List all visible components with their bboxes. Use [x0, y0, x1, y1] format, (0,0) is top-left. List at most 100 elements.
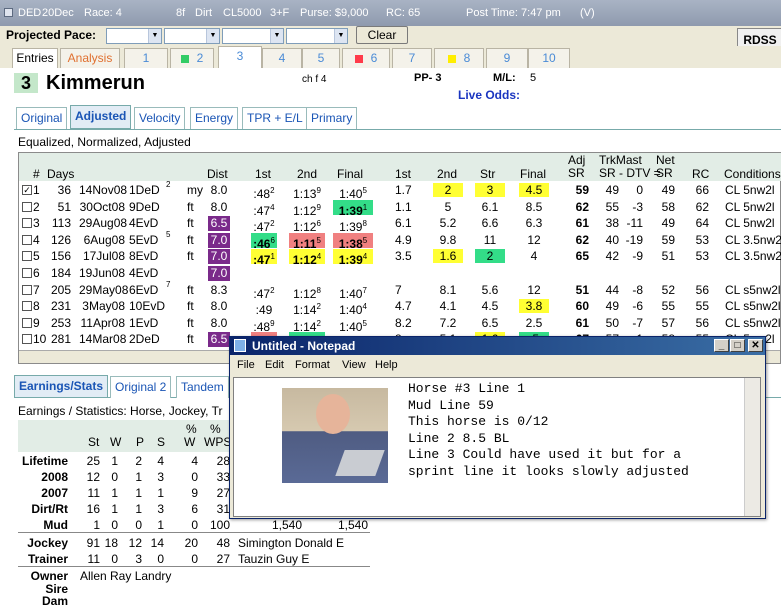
tab-6[interactable]: 6	[342, 48, 390, 68]
menu-view[interactable]: View	[342, 359, 366, 371]
adj-sr-value: 61	[575, 216, 589, 231]
net-sr-value: 58	[661, 199, 675, 214]
call1-time: :472	[251, 283, 277, 301]
menu-help[interactable]: Help	[375, 359, 398, 371]
table-row[interactable]: 7 205 29May08 6EvD 7 ft 8.3:472 1:128 1:407 7 8.1 5…	[19, 280, 781, 301]
tab-3[interactable]: 3	[218, 46, 262, 68]
call1-time: :489	[251, 316, 277, 334]
table-row[interactable]: 6 184 19Jun08 4EvD 7.0	[19, 266, 781, 281]
highlight: 2	[475, 249, 505, 264]
track-condition: my	[187, 183, 203, 197]
notepad-text-area[interactable]: Horse #3 Line 1 Mud Line 59 This horse is …	[233, 377, 761, 517]
distance-value: 6.5	[208, 216, 230, 232]
table-row[interactable]: 3 113 29Aug08 4EvD ft 6.5:472 1:126 1:398 6.1 5.2…	[19, 216, 781, 234]
subtab-original[interactable]: Original	[16, 107, 68, 129]
pace-select-2[interactable]: ▼	[164, 28, 220, 44]
tab-earnings-stats[interactable]: Earnings/Stats	[14, 375, 109, 398]
horse-description: ch f 4	[302, 74, 327, 85]
tab-4[interactable]: 4	[262, 48, 302, 68]
row-checkbox[interactable]	[22, 234, 32, 245]
subtab-energy[interactable]: Energy	[190, 107, 239, 129]
vertical-scrollbar[interactable]	[744, 378, 760, 516]
note-line-5: Line 3 Could have used it but for a	[408, 447, 682, 462]
track-condition: ft	[187, 216, 194, 231]
earn-w: 1	[111, 502, 118, 516]
row-checkbox[interactable]	[22, 284, 32, 295]
race-value: 6EvD	[129, 282, 159, 297]
row-checkbox[interactable]	[22, 317, 32, 328]
trk-sr-value: 49	[605, 183, 619, 197]
earn-extra-1: 1,540	[272, 518, 303, 532]
earn-s: 3	[157, 502, 164, 516]
tab-entries[interactable]: Entries	[12, 48, 58, 68]
subtab-velocity[interactable]: Velocity	[134, 107, 186, 129]
dam-label: Dam	[41, 594, 68, 608]
final-time: 1:407	[333, 283, 373, 301]
subtab-tpr-el[interactable]: TPR + E/L	[242, 107, 308, 129]
highlight: 1.6	[433, 249, 463, 264]
tab-original-2[interactable]: Original 2	[110, 376, 172, 398]
earn-divider	[18, 532, 370, 533]
stretch-value: 3	[475, 183, 505, 198]
call1-time: :482	[251, 183, 277, 201]
table-row[interactable]: 8 231 3May08 10EvD ft 8.0:49 1:142 1:404 4.7 4.1 4…	[19, 299, 781, 317]
earn-st: 16	[86, 502, 100, 516]
row-checkbox[interactable]	[22, 334, 32, 345]
note-line-4: Line 2 8.5 BL	[408, 430, 510, 446]
highlight: 2	[433, 183, 463, 197]
minimize-button[interactable]: _	[714, 339, 729, 352]
pace-select-1[interactable]: ▼	[106, 28, 162, 44]
pos2-value: 8.1	[439, 282, 457, 297]
menu-edit[interactable]: Edit	[265, 359, 284, 371]
menu-format[interactable]: Format	[295, 359, 330, 371]
tab-8[interactable]: 8	[434, 48, 484, 68]
tab-1[interactable]: 1	[124, 48, 168, 68]
table-row[interactable]: ✓ 1 36 14Nov08 1DeD 2 my 8.0:482 1:139 1:405 1.7 2 3…	[19, 180, 781, 201]
earn-col-s: S	[157, 435, 166, 449]
table-row[interactable]: 5 156 17Jul08 8EvD ft 7.0:471 1:124 1:394 3.5 1.6…	[19, 249, 781, 267]
row-checkbox[interactable]	[22, 218, 32, 229]
final-pos-value: 12	[527, 282, 541, 297]
final-time: 1:391	[333, 199, 373, 218]
row-checkbox[interactable]	[22, 251, 32, 262]
col-pos1: 1st	[395, 167, 412, 181]
net-sr-value: 51	[661, 249, 675, 264]
stretch-value: 6.1	[481, 199, 499, 214]
menu-file[interactable]: File	[237, 359, 255, 371]
row-checkbox[interactable]: ✓	[22, 185, 32, 195]
col-dist: Dist	[207, 167, 228, 181]
tab-9[interactable]: 9	[486, 48, 528, 68]
net-sr-value	[655, 266, 675, 281]
table-row[interactable]: 4 126 6Aug08 5EvD 5 ft 7.0:466 1:115 1:385 4.9 9.8…	[19, 230, 781, 251]
maximize-button[interactable]: □	[730, 339, 745, 352]
time-fraction: 5	[316, 235, 321, 245]
subtab-primary[interactable]: Primary	[306, 107, 358, 129]
tab-7[interactable]: 7	[392, 48, 432, 68]
person-photo	[282, 388, 388, 483]
pace-select-3[interactable]: ▼	[222, 28, 284, 44]
row-number: 10	[33, 332, 47, 347]
close-button[interactable]: ✕	[748, 339, 763, 352]
chevron-down-icon: ▼	[270, 29, 283, 43]
earn-w: 18	[104, 536, 118, 550]
table-row[interactable]: 9 253 11Apr08 1EvD ft 8.0:489 1:142 1:405 8.2 7.2…	[19, 315, 781, 334]
row-checkbox[interactable]	[22, 268, 32, 278]
table-row[interactable]: 2 51 30Oct08 9DeD ft 8.0:474 1:129 1:391 1.1 5 6.1…	[19, 199, 781, 218]
face-shape	[316, 394, 350, 434]
tab-2[interactable]: 2	[170, 48, 214, 68]
time-fraction: 6	[316, 219, 321, 229]
pos2-value: 1.6	[433, 249, 463, 264]
race-value: 1EvD	[129, 315, 159, 330]
subtab-adjusted[interactable]: Adjusted	[70, 105, 132, 129]
pace-select-4[interactable]: ▼	[286, 28, 348, 44]
time-fraction: 4	[270, 202, 275, 212]
clear-button[interactable]: Clear	[356, 26, 408, 44]
time-fraction: 4	[362, 302, 367, 312]
row-checkbox[interactable]	[22, 301, 32, 312]
tab-analysis[interactable]: Analysis	[60, 48, 120, 68]
tab-10[interactable]: 10	[528, 48, 570, 68]
earn-col-st: St	[88, 435, 100, 449]
tab-5[interactable]: 5	[302, 48, 340, 68]
tab-tandem[interactable]: Tandem	[176, 376, 229, 398]
row-checkbox[interactable]	[22, 201, 32, 212]
